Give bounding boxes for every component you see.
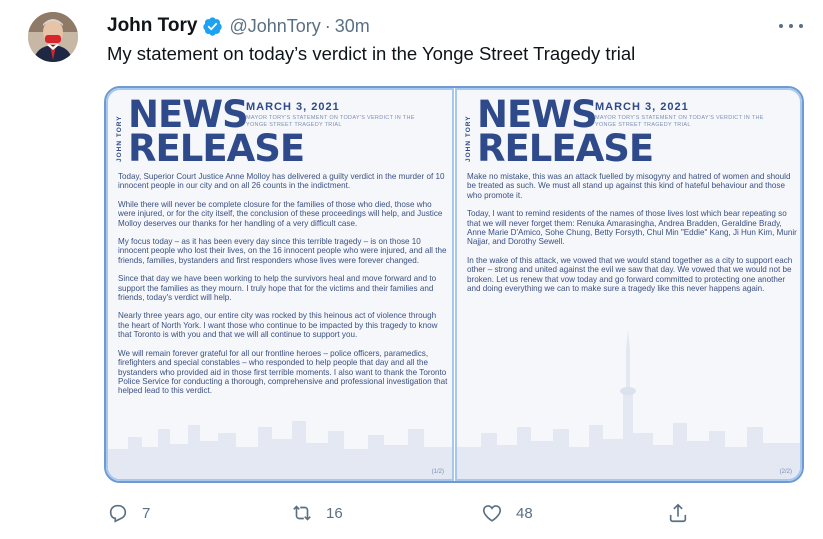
like-count: 48 [516, 504, 533, 522]
reply-icon [109, 504, 127, 523]
author-handle[interactable]: @JohnTory [229, 16, 320, 37]
retweet-button[interactable]: 16 [291, 497, 343, 529]
more-icon[interactable] [779, 18, 803, 34]
reply-button[interactable]: 7 [107, 497, 150, 529]
share-icon [669, 503, 687, 523]
avatar[interactable] [28, 12, 78, 62]
headline-release: RELEASE [477, 127, 654, 170]
reply-count: 7 [142, 504, 151, 522]
paragraph: In the wake of this attack, we vowed tha… [467, 255, 793, 294]
release-body: Today, Superior Court Justice Anne Mollo… [118, 172, 448, 405]
avatar-image [28, 12, 78, 62]
paragraph: Nearly three years ago, our entire city … [118, 311, 438, 340]
release-body: Make no mistake, this was an attack fuel… [467, 172, 797, 302]
retweet-icon [293, 505, 311, 521]
like-button[interactable]: 48 [481, 497, 533, 529]
tweet-header: John Tory @JohnTory · 30m [107, 14, 370, 38]
paragraph: While there will never be complete closu… [118, 199, 443, 228]
paragraph: Today, Superior Court Justice Anne Mollo… [118, 172, 445, 191]
paragraph: Since that day we have been working to h… [118, 274, 437, 303]
news-release-page-1[interactable]: JOHN TORY NEWS RELEASE MARCH 3, 2021 MAY… [106, 88, 454, 481]
release-date: MARCH 3, 2021 [246, 101, 340, 113]
release-date: MARCH 3, 2021 [595, 101, 689, 113]
media-attachment[interactable]: JOHN TORY NEWS RELEASE MARCH 3, 2021 MAY… [104, 86, 804, 483]
paragraph: My focus today – as it has been every da… [118, 237, 447, 265]
tweet-text: My statement on today’s verdict in the Y… [107, 43, 636, 64]
retweet-count: 16 [326, 504, 343, 522]
paragraph: Make no mistake, this was an attack fuel… [467, 172, 791, 200]
tweet-actions: 7 16 48 [0, 497, 823, 529]
verified-badge-icon [203, 16, 223, 36]
side-label: JOHN TORY [116, 115, 123, 162]
share-button[interactable] [667, 497, 689, 529]
page-number: (1/2) [431, 469, 444, 475]
paragraph: We will remain forever grateful for all … [118, 348, 448, 396]
news-release-page-2[interactable]: JOHN TORY NEWS RELEASE MARCH 3, 2021 MAY… [455, 88, 802, 481]
separator-dot: · [324, 15, 331, 36]
side-label: JOHN TORY [465, 115, 472, 162]
author-name[interactable]: John Tory [107, 15, 197, 37]
release-subtitle: MAYOR TORY'S STATEMENT ON TODAY'S VERDIC… [246, 115, 415, 128]
release-masthead: JOHN TORY NEWS RELEASE MARCH 3, 2021 MAY… [465, 96, 795, 170]
release-subtitle: MAYOR TORY'S STATEMENT ON TODAY'S VERDIC… [595, 115, 764, 128]
release-masthead: JOHN TORY NEWS RELEASE MARCH 3, 2021 MAY… [116, 96, 446, 170]
page-number: (2/2) [779, 469, 792, 475]
heart-icon [482, 505, 502, 522]
tweet[interactable]: John Tory @JohnTory · 30m My statement o… [0, 0, 823, 539]
headline-release: RELEASE [128, 127, 305, 170]
paragraph: Today, I want to remind residents of the… [467, 209, 797, 247]
cn-tower-watermark [457, 329, 800, 479]
tweet-timestamp[interactable]: 30m [335, 16, 370, 37]
